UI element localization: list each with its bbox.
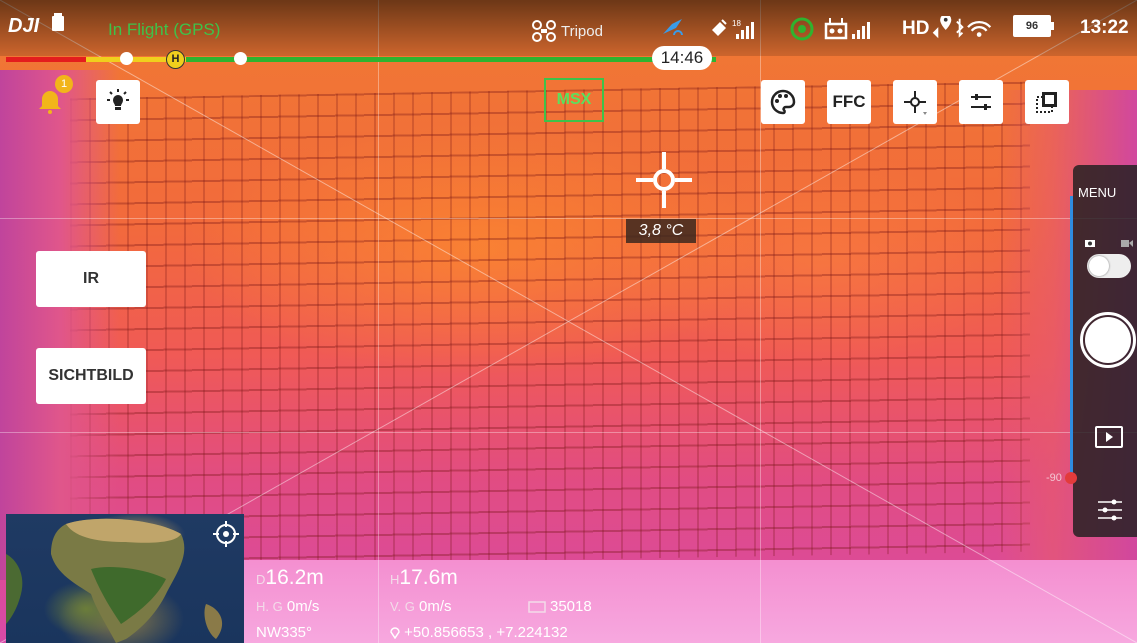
current-progress-marker (234, 52, 247, 65)
gimbal-angle-label: -90 (1046, 472, 1062, 484)
distance-readout: D16.2m (256, 566, 324, 590)
shutter-button-inner[interactable] (1085, 317, 1131, 363)
locate-crosshair-icon[interactable] (212, 520, 240, 548)
gimbal-pitch-track (1070, 196, 1073, 478)
coordinates-value: +50.856653 , +7.224132 (404, 624, 568, 641)
remaining-flight-time: 14:46 (652, 46, 712, 70)
heading-readout: NW335° (256, 624, 312, 641)
flight-mode[interactable]: Tripod (532, 20, 603, 42)
v-speed-value: 0m/s (419, 598, 452, 615)
distance-value: 16.2m (265, 566, 324, 589)
gimbal-pitch-indicator[interactable] (1065, 472, 1077, 484)
flight-battery-progress: H (6, 50, 716, 69)
location-pin-icon (390, 627, 400, 640)
phone-status-icons (932, 16, 992, 39)
svg-text:18: 18 (732, 19, 741, 28)
playback-button[interactable] (1095, 426, 1123, 448)
flight-mode-label: Tripod (561, 22, 603, 40)
overlay-button[interactable] (1025, 80, 1069, 124)
palette-icon (770, 89, 796, 115)
ffc-button[interactable]: FFC (827, 80, 871, 124)
distance-prefix: D (256, 572, 266, 587)
camera-menu-button[interactable]: MENU (1078, 185, 1116, 200)
drone-icon (532, 20, 556, 42)
camera-settings-icon[interactable] (1096, 497, 1124, 523)
progress-critical-segment (6, 57, 86, 62)
roof-edge-left (0, 70, 120, 580)
spot-meter-icon (904, 91, 927, 115)
video-link-label[interactable]: HD (902, 18, 929, 40)
gps-signal-icon[interactable]: 18 (710, 16, 758, 42)
horizontal-speed-readout: H. G 0m/s (256, 598, 319, 615)
remote-controller-signal-icon[interactable] (824, 16, 876, 42)
ir-mode-button[interactable]: IR (36, 251, 146, 307)
photo-video-toggle-knob[interactable] (1089, 256, 1109, 276)
grid-line-vertical-1 (378, 0, 379, 643)
dji-home-icon: DJI (8, 13, 64, 37)
light-bulb-icon (107, 89, 129, 110)
height-prefix: H (390, 572, 400, 587)
low-battery-marker (120, 52, 133, 65)
flight-status[interactable]: In Flight (GPS) (108, 20, 220, 40)
dji-logo[interactable]: DJI (8, 10, 70, 38)
obstacle-sensing-icon[interactable] (660, 16, 686, 42)
telemetry-panel: D16.2m H17.6m H. G 0m/s V. G 0m/s 35018 … (250, 562, 700, 643)
height-value: 17.6m (399, 566, 458, 589)
beacon-light-button[interactable] (96, 80, 140, 124)
photo-count-value: 35018 (550, 598, 592, 615)
image-adjust-button[interactable] (959, 80, 1003, 124)
thermal-camera-view[interactable]: DJI In Flight (GPS) Tripod 18 HD 96 13:2… (0, 0, 1137, 643)
grid-line-horizontal-1 (0, 218, 1137, 219)
layers-icon (1036, 92, 1057, 113)
vertical-speed-readout: V. G 0m/s (390, 598, 452, 615)
sd-card-icon (528, 601, 546, 613)
home-return-marker: H (166, 50, 185, 69)
coordinates-readout: +50.856653 , +7.224132 (390, 624, 568, 641)
height-readout: H17.6m (390, 566, 458, 590)
palette-button[interactable] (761, 80, 805, 124)
spot-temperature-readout: 3,8 °C (626, 219, 696, 243)
h-speed-prefix: H. G (256, 599, 283, 614)
heading-value: NW335° (256, 624, 313, 641)
v-speed-prefix: V. G (390, 599, 415, 614)
msx-toggle-button[interactable]: MSX (544, 78, 604, 122)
world-map-image (6, 518, 223, 643)
rtk-status-icon[interactable] (790, 16, 814, 42)
h-speed-value: 0m/s (286, 598, 320, 615)
svg-text:DJI: DJI (8, 15, 40, 37)
sliders-icon (971, 94, 991, 110)
status-bar: DJI In Flight (GPS) Tripod 18 HD 96 13:2… (0, 0, 1137, 56)
grid-line-horizontal-2 (0, 432, 1137, 433)
play-icon (1106, 432, 1113, 442)
battery-indicator[interactable]: 96 (1013, 15, 1054, 37)
visual-mode-button[interactable]: SICHTBILD (36, 348, 146, 404)
photo-mode-icon (1085, 240, 1095, 247)
minimap[interactable] (6, 514, 244, 643)
progress-remaining-segment (186, 57, 716, 62)
alert-count-badge: 1 (55, 75, 73, 93)
spot-crosshair-icon[interactable] (636, 152, 692, 208)
roof-tiles-thermal-image (70, 81, 1030, 569)
system-clock: 13:22 (1080, 17, 1129, 38)
photo-count-readout: 35018 (528, 598, 592, 615)
spot-meter-button[interactable] (893, 80, 937, 124)
video-mode-icon (1121, 240, 1133, 247)
